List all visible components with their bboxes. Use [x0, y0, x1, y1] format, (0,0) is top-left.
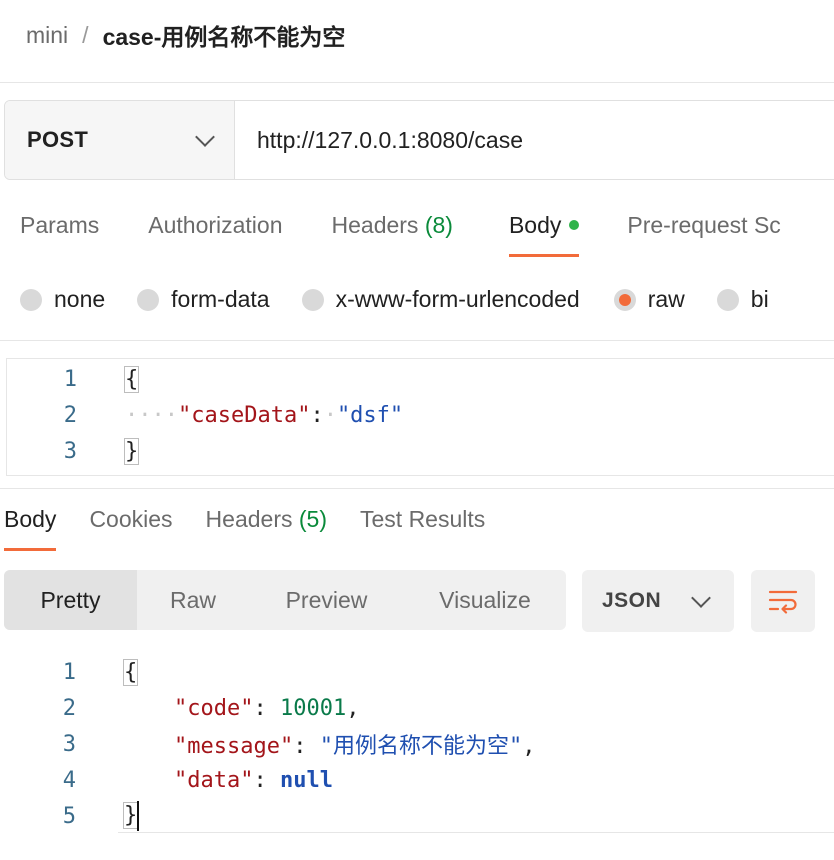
breadcrumb-separator: / — [82, 21, 89, 48]
radio-form-data[interactable]: form-data — [137, 286, 270, 313]
url-bar: POST http://127.0.0.1:8080/case — [4, 100, 834, 180]
wrap-lines-icon — [768, 590, 798, 614]
text-cursor — [137, 801, 140, 831]
divider — [0, 82, 834, 83]
line-number: 5 — [62, 803, 76, 829]
radio-circle-icon — [301, 288, 324, 311]
json-comma: , — [346, 695, 360, 721]
response-tab-test-results[interactable]: Test Results — [360, 506, 485, 551]
response-body-viewer[interactable]: 1 { 2 "code": 10001, 3 "message": "用例名称不… — [6, 654, 834, 834]
json-colon: : — [293, 734, 320, 759]
view-visualize[interactable]: Visualize — [404, 570, 566, 630]
format-label: JSON — [602, 589, 662, 612]
json-value: "用例名称不能为空" — [319, 734, 523, 759]
response-tab-cookies[interactable]: Cookies — [89, 506, 172, 551]
wrap-lines-button[interactable] — [751, 570, 815, 632]
chevron-down-icon — [195, 127, 215, 147]
response-tabs: Body Cookies Headers (5) Test Results — [4, 506, 485, 551]
whitespace-marker: · — [323, 402, 337, 428]
method-label: POST — [27, 127, 89, 152]
divider — [0, 488, 834, 489]
breadcrumb: mini / case-用例名称不能为空 — [26, 18, 345, 52]
line-number: 2 — [63, 402, 77, 428]
radio-circle-icon — [716, 288, 739, 311]
json-key: "code" — [174, 695, 254, 721]
response-headers-count: (5) — [298, 506, 327, 532]
view-raw[interactable]: Raw — [137, 570, 249, 630]
body-indicator-dot — [569, 219, 580, 230]
whitespace-marker: ···· — [125, 402, 178, 428]
json-colon: : — [253, 767, 280, 793]
radio-circle-icon — [137, 288, 160, 311]
request-tabs: Params Authorization Headers (8) Body Pr… — [20, 212, 781, 257]
json-key: "caseData" — [177, 402, 311, 428]
json-colon: : — [253, 695, 280, 721]
url-input[interactable]: http://127.0.0.1:8080/case — [235, 101, 834, 179]
radio-raw[interactable]: raw — [613, 286, 685, 313]
body-type-radios: none form-data x-www-form-urlencoded raw… — [20, 286, 769, 313]
breadcrumb-collection[interactable]: mini — [26, 22, 68, 49]
divider — [0, 340, 834, 341]
divider — [118, 832, 834, 833]
open-brace: { — [123, 365, 140, 393]
json-colon: : — [310, 402, 324, 428]
json-value: null — [279, 767, 333, 793]
json-value: "dsf" — [336, 402, 404, 428]
method-select[interactable]: POST — [5, 101, 235, 179]
json-key: "message" — [174, 734, 294, 759]
response-tab-headers[interactable]: Headers (5) — [206, 506, 327, 551]
line-number: 1 — [62, 659, 76, 685]
radio-circle-icon — [20, 288, 42, 311]
close-brace: } — [123, 437, 140, 465]
close-brace: } — [122, 802, 139, 829]
response-view-selector: Pretty Raw Preview Visualize — [4, 570, 566, 630]
chevron-down-icon — [691, 588, 711, 608]
line-number: 4 — [62, 767, 76, 793]
line-number: 2 — [62, 695, 76, 721]
view-pretty[interactable]: Pretty — [4, 570, 137, 630]
headers-count: (8) — [424, 212, 453, 238]
response-tab-body[interactable]: Body — [4, 506, 57, 551]
radio-x-www-form-urlencoded[interactable]: x-www-form-urlencoded — [301, 286, 580, 313]
json-key: "data" — [174, 767, 254, 793]
request-body-editor[interactable]: 1 { 2 ····"caseData":·"dsf" 3 } — [6, 358, 834, 476]
tab-pre-request-script[interactable]: Pre-request Sc — [627, 212, 780, 257]
line-number: 3 — [63, 438, 77, 464]
tab-params[interactable]: Params — [20, 212, 99, 257]
radio-selected-icon — [613, 288, 636, 311]
tab-body[interactable]: Body — [508, 212, 580, 257]
line-number: 3 — [62, 731, 76, 757]
view-preview[interactable]: Preview — [249, 570, 404, 630]
format-select[interactable]: JSON — [582, 570, 734, 632]
request-title[interactable]: case-用例名称不能为空 — [103, 18, 346, 52]
line-number: 1 — [63, 366, 77, 392]
tab-authorization[interactable]: Authorization — [148, 212, 282, 257]
radio-none[interactable]: none — [20, 286, 105, 313]
json-value: 10001 — [279, 695, 347, 721]
radio-binary[interactable]: bi — [716, 286, 769, 313]
tab-headers[interactable]: Headers (8) — [332, 212, 453, 257]
json-comma: , — [522, 734, 536, 759]
open-brace: { — [122, 658, 139, 686]
